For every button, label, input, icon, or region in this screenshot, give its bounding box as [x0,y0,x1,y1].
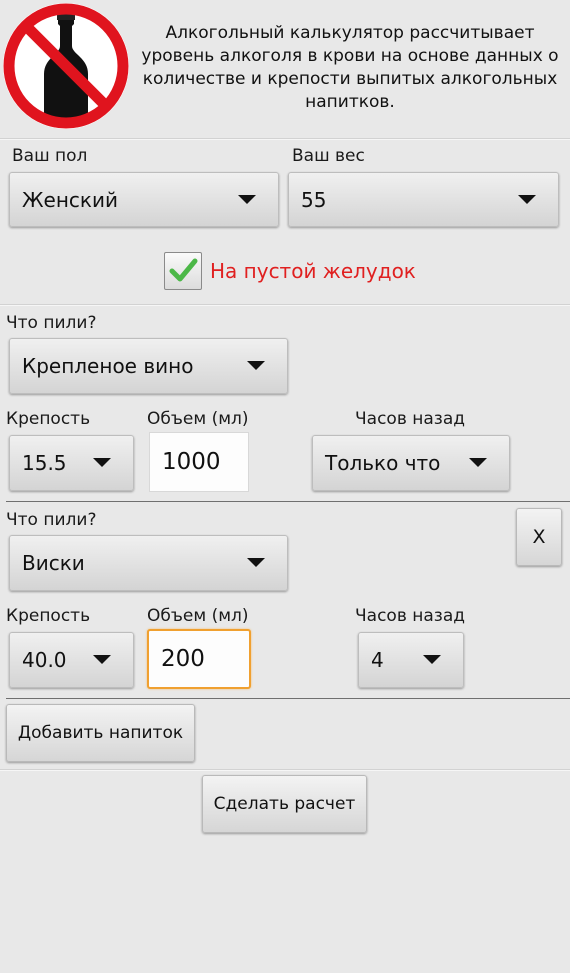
drink-1-type-value: Крепленое вино [22,354,194,378]
gender-label: Ваш пол [12,146,88,166]
drink-2-strength-label: Крепость [6,606,91,626]
drink-2-strength-value: 40.0 [22,648,67,672]
calculate-button[interactable]: Сделать расчет [202,775,367,833]
add-drink-button[interactable]: Добавить напиток [6,704,195,762]
dropdown-arrow-icon [247,558,265,567]
drink-2-hours-value: 4 [371,648,384,672]
dropdown-arrow-icon [93,655,111,664]
empty-stomach-label: На пустой желудок [210,259,416,283]
drink-1-what-label: Что пили? [6,313,97,333]
drink-2-hours-label: Часов назад [355,606,465,626]
weight-value: 55 [301,187,327,212]
actions-divider [0,769,570,771]
drinks-end-divider [6,698,570,699]
weight-spinner[interactable]: 55 [288,172,559,227]
drink-2-what-label: Что пили? [6,510,97,530]
dropdown-arrow-icon [518,194,536,204]
drink-1-volume-input[interactable]: 1000 [149,432,249,492]
empty-stomach-checkbox[interactable] [164,252,202,290]
drink-1-volume-value: 1000 [162,449,221,475]
drink-1-strength-value: 15.5 [22,451,67,475]
drink-1-type-spinner[interactable]: Крепленое вино [9,338,288,394]
drink-1-strength-spinner[interactable]: 15.5 [9,435,134,491]
dropdown-arrow-icon [247,361,265,370]
dropdown-arrow-icon [469,458,487,467]
header-divider [0,138,570,140]
drink-2-volume-value: 200 [161,646,205,672]
drink-divider [6,501,570,502]
gender-value: Женский [22,187,118,212]
drink-2-hours-spinner[interactable]: 4 [358,632,464,688]
drink-2-volume-input[interactable]: 200 [147,629,251,689]
drink-1-volume-label: Объем (мл) [147,409,249,429]
app-description: Алкогольный калькулятор рассчитывает уро… [141,23,559,112]
checkmark-icon [169,258,198,282]
drink-1-hours-value: Только что [325,451,441,475]
dropdown-arrow-icon [238,194,256,204]
dropdown-arrow-icon [423,655,441,664]
drink-2-strength-spinner[interactable]: 40.0 [9,632,134,688]
drink-1-hours-label: Часов назад [355,409,465,429]
drink-1-strength-label: Крепость [6,409,91,429]
dropdown-arrow-icon [93,458,111,467]
remove-drink-button[interactable]: X [516,508,562,566]
drink-2-type-spinner[interactable]: Виски [9,535,288,591]
drink-1-hours-spinner[interactable]: Только что [312,435,510,491]
drink-2-type-value: Виски [22,551,85,575]
weight-label: Ваш вес [292,146,365,166]
gender-spinner[interactable]: Женский [9,172,279,227]
drink-2-volume-label: Объем (мл) [147,606,249,626]
no-alcohol-logo-icon [2,2,130,130]
profile-divider [0,304,570,306]
